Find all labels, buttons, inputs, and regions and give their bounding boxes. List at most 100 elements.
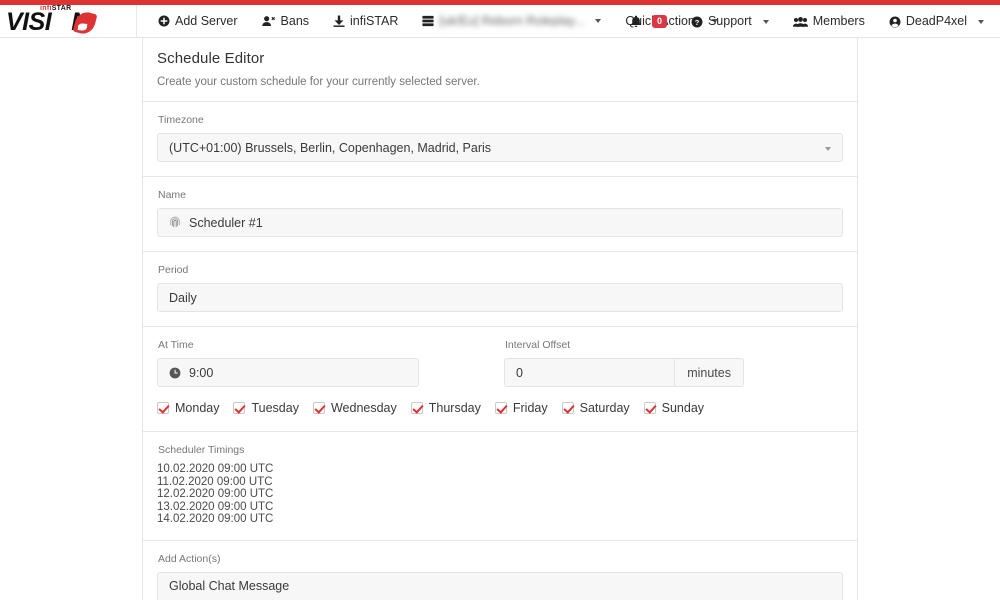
chevron-down-icon[interactable] bbox=[825, 147, 831, 151]
weekday-sunday[interactable]: Sunday bbox=[643, 401, 705, 415]
interval-offset-unit: minutes bbox=[675, 358, 744, 387]
nav-item-add-server[interactable]: Add Server bbox=[146, 5, 250, 38]
nav-item-add-server-label: Add Server bbox=[175, 13, 238, 28]
at-time-value: 9:00 bbox=[189, 365, 214, 380]
nav-item-account[interactable]: DeadP4xel bbox=[877, 5, 996, 38]
nav-item-server-selector[interactable]: [uk/Eu] Reborn Roleplay... bbox=[410, 5, 613, 38]
checkbox-tuesday[interactable] bbox=[233, 402, 246, 414]
interval-offset-value: 0 bbox=[516, 365, 523, 380]
nav-item-support-label: Support bbox=[707, 14, 752, 29]
plus-circle-icon bbox=[158, 15, 170, 27]
checkbox-sunday[interactable] bbox=[643, 402, 656, 414]
scheduler-timing-entry: 13.02.2020 09:00 UTC bbox=[157, 500, 274, 513]
name-row: Name Scheduler #1 bbox=[143, 177, 857, 252]
weekday-wednesday[interactable]: Wednesday bbox=[312, 401, 397, 415]
at-time-input[interactable]: 9:00 bbox=[157, 358, 419, 387]
nav-item-server-selector-label: [uk/Eu] Reborn Roleplay... bbox=[439, 14, 585, 28]
time-row: At Time 9:00 Interval Offset 0 minutes bbox=[143, 327, 857, 399]
scheduler-timings-list: 10.02.2020 09:00 UTC 11.02.2020 09:00 UT… bbox=[157, 463, 843, 526]
sidebar bbox=[0, 38, 143, 600]
add-actions-value: Global Chat Message bbox=[169, 579, 290, 594]
svg-text:?: ? bbox=[695, 18, 700, 27]
scheduler-timing-entry: 11.02.2020 09:00 UTC bbox=[157, 475, 273, 488]
chevron-down-icon[interactable] bbox=[978, 19, 984, 24]
name-input[interactable]: Scheduler #1 bbox=[157, 208, 843, 237]
nav-item-members[interactable]: Members bbox=[781, 5, 877, 38]
timezone-value: (UTC+01:00) Brussels, Berlin, Copenhagen… bbox=[169, 140, 492, 155]
interval-offset-input-group: 0 minutes bbox=[504, 358, 744, 387]
top-navigation-bar: infiSTAR VISIN Add Server Bans infiSTAR bbox=[0, 4, 1000, 38]
user-circle-icon bbox=[889, 16, 901, 28]
fingerprint-icon bbox=[169, 216, 181, 229]
interval-offset-label: Interval Offset bbox=[505, 339, 571, 351]
weekday-monday-label: Monday bbox=[175, 401, 220, 415]
nav-item-account-label: DeadP4xel bbox=[905, 14, 967, 29]
weekday-thursday[interactable]: Thursday bbox=[410, 401, 481, 415]
chevron-down-icon[interactable] bbox=[595, 19, 602, 23]
page-body: Schedule Editor Create your custom sched… bbox=[0, 38, 1000, 600]
add-actions-row: Add Action(s) Global Chat Message bbox=[143, 541, 857, 600]
timezone-label: Timezone bbox=[158, 114, 204, 126]
nav-item-infistar[interactable]: infiSTAR bbox=[321, 5, 410, 38]
users-icon bbox=[792, 16, 808, 28]
weekday-checkbox-row: Monday Tuesday Wednesday Thursday Friday bbox=[143, 401, 857, 415]
chevron-down-icon[interactable] bbox=[762, 19, 769, 24]
question-circle-icon: ? bbox=[691, 16, 703, 28]
checkbox-thursday[interactable] bbox=[410, 402, 423, 414]
download-icon bbox=[333, 15, 345, 27]
weekday-tuesday[interactable]: Tuesday bbox=[233, 401, 299, 415]
scheduler-timings-label: Scheduler Timings bbox=[158, 444, 245, 456]
time-columns: At Time 9:00 Interval Offset 0 minutes bbox=[157, 339, 843, 387]
timezone-select[interactable]: (UTC+01:00) Brussels, Berlin, Copenhagen… bbox=[157, 133, 843, 162]
name-value: Scheduler #1 bbox=[189, 215, 263, 230]
weekday-friday[interactable]: Friday bbox=[494, 401, 548, 415]
bell-icon bbox=[630, 15, 642, 28]
nav-item-members-label: Members bbox=[812, 14, 865, 29]
weekday-friday-label: Friday bbox=[512, 401, 548, 415]
interval-offset-input[interactable]: 0 bbox=[504, 358, 676, 387]
period-value: Daily bbox=[169, 290, 197, 305]
interval-offset-group: Interval Offset 0 minutes bbox=[504, 339, 744, 387]
period-label: Period bbox=[158, 264, 189, 276]
page-subtitle: Create your custom schedule for your cur… bbox=[157, 76, 480, 88]
scheduler-timings-row: Scheduler Timings 10.02.2020 09:00 UTC 1… bbox=[143, 432, 857, 541]
days-row-divider bbox=[143, 415, 857, 432]
brand-logo-art: infiSTAR VISIN bbox=[4, 5, 132, 37]
checkbox-friday[interactable] bbox=[494, 402, 507, 414]
user-times-icon bbox=[261, 15, 276, 27]
weekday-monday[interactable]: Monday bbox=[157, 401, 219, 415]
at-time-group: At Time 9:00 bbox=[157, 339, 419, 387]
add-actions-select[interactable]: Global Chat Message bbox=[157, 571, 843, 600]
schedule-editor-panel: Schedule Editor Create your custom sched… bbox=[143, 38, 858, 600]
page-title: Schedule Editor bbox=[157, 50, 265, 67]
add-actions-label: Add Action(s) bbox=[158, 552, 221, 565]
period-row: Period Daily bbox=[143, 252, 857, 327]
weekday-thursday-label: Thursday bbox=[428, 401, 481, 415]
weekday-tuesday-label: Tuesday bbox=[251, 401, 299, 415]
notification-badge: 0 bbox=[651, 15, 667, 28]
nav-item-notifications[interactable]: 0 bbox=[618, 5, 679, 38]
brand-wordmark-head: VISI bbox=[6, 8, 52, 36]
weekday-saturday[interactable]: Saturday bbox=[561, 401, 630, 415]
weekday-sunday-label: Sunday bbox=[661, 401, 705, 415]
right-rail bbox=[858, 38, 1000, 600]
nav-item-support[interactable]: ? Support bbox=[679, 5, 781, 38]
weekday-saturday-label: Saturday bbox=[579, 401, 630, 415]
timezone-row: Timezone (UTC+01:00) Brussels, Berlin, C… bbox=[143, 102, 857, 177]
nav-item-bans-label: Bans bbox=[280, 13, 310, 28]
nav-item-bans[interactable]: Bans bbox=[250, 5, 322, 38]
scheduler-timing-entry: 10.02.2020 09:00 UTC bbox=[157, 463, 274, 475]
server-stack-icon bbox=[422, 15, 434, 27]
checkbox-monday[interactable] bbox=[157, 402, 169, 414]
scheduler-timing-entry: 12.02.2020 09:00 UTC bbox=[157, 488, 274, 501]
brand-logo[interactable]: infiSTAR VISIN bbox=[0, 4, 137, 38]
period-select[interactable]: Daily bbox=[157, 283, 843, 312]
clock-icon bbox=[169, 367, 181, 379]
nav-item-infistar-label: infiSTAR bbox=[350, 13, 399, 28]
checkbox-wednesday[interactable] bbox=[312, 402, 325, 414]
weekday-wednesday-label: Wednesday bbox=[330, 401, 397, 415]
at-time-label: At Time bbox=[158, 339, 194, 351]
panel-header: Schedule Editor Create your custom sched… bbox=[143, 38, 857, 102]
checkbox-saturday[interactable] bbox=[561, 402, 574, 414]
content-wrapper: Schedule Editor Create your custom sched… bbox=[143, 38, 1000, 600]
